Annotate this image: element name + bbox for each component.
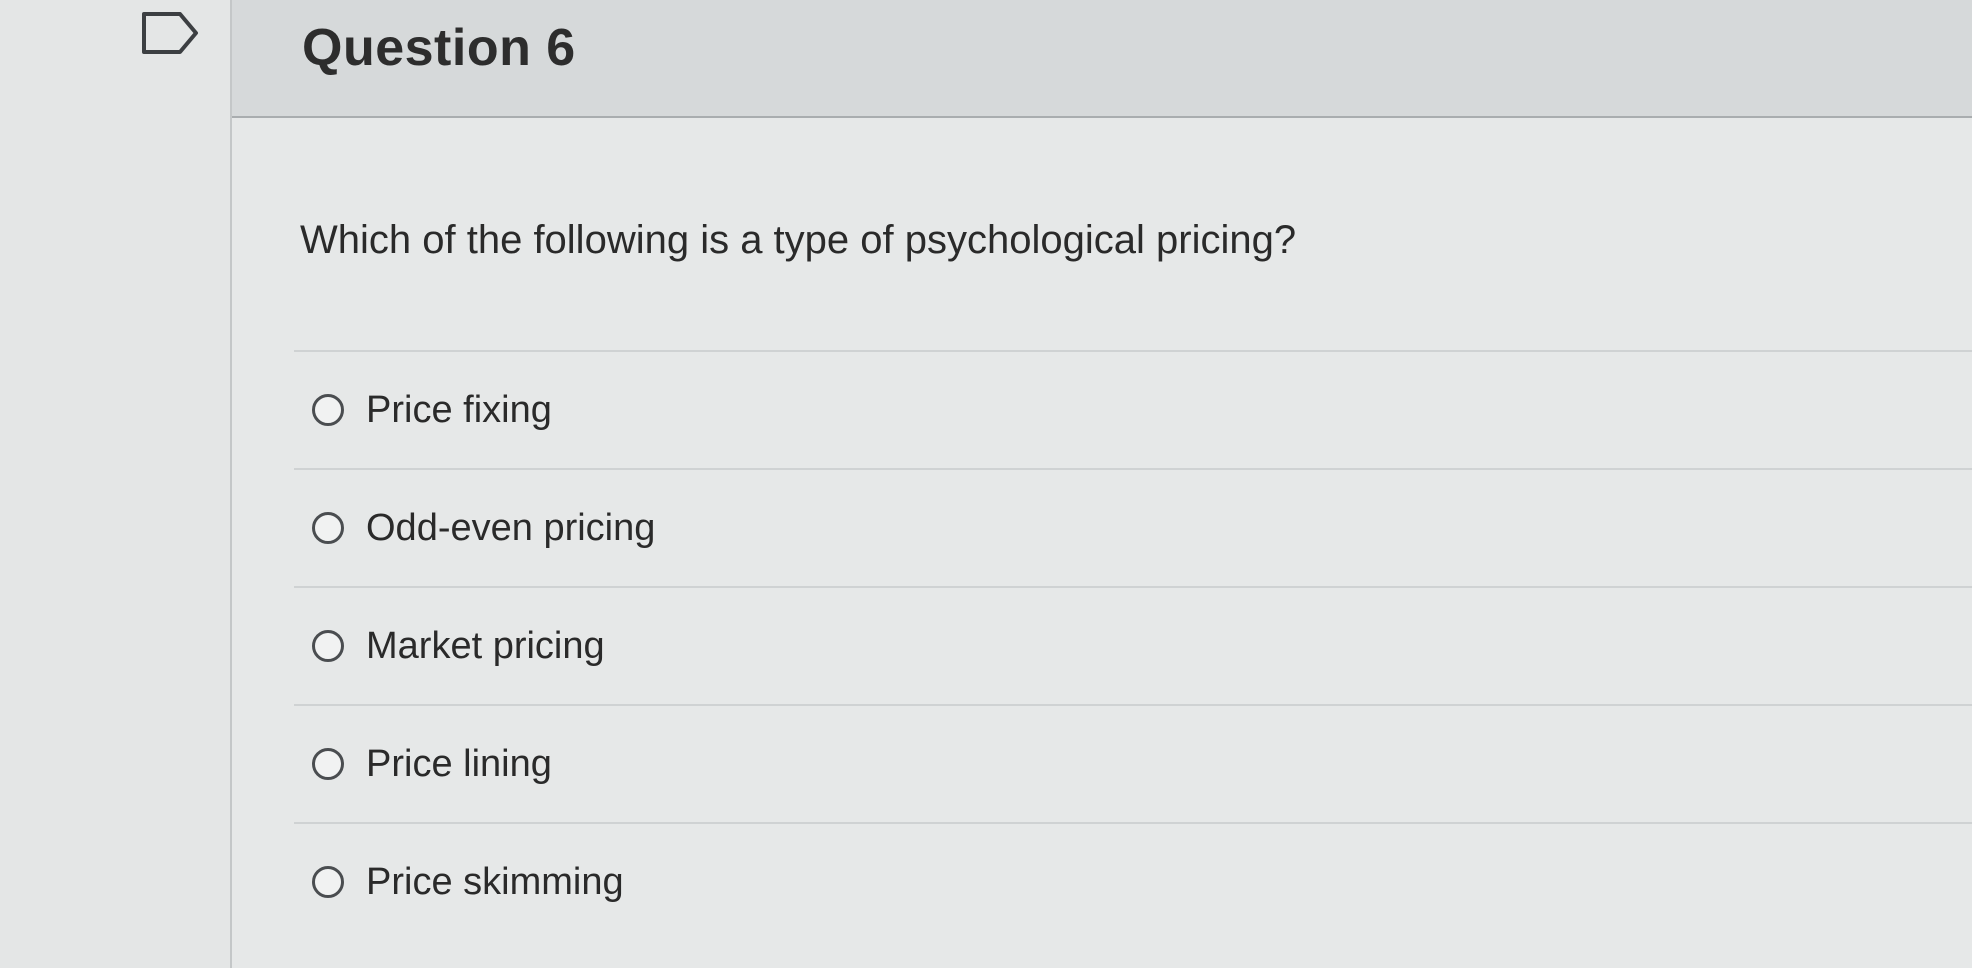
answer-list: Price fixing Odd-even pricing Market pri… xyxy=(294,350,1972,940)
answer-option[interactable]: Price skimming xyxy=(294,822,1972,940)
radio-button[interactable] xyxy=(312,748,344,780)
answer-label: Odd-even pricing xyxy=(366,506,656,549)
answer-label: Price lining xyxy=(366,742,552,785)
answer-option[interactable]: Price lining xyxy=(294,704,1972,822)
question-content: Which of the following is a type of psyc… xyxy=(232,118,1972,968)
question-header: Question 6 xyxy=(232,0,1972,118)
question-title: Question 6 xyxy=(302,19,576,77)
answer-label: Price fixing xyxy=(366,388,552,431)
answer-option[interactable]: Odd-even pricing xyxy=(294,468,1972,586)
answer-option[interactable]: Market pricing xyxy=(294,586,1972,704)
question-text: Which of the following is a type of psyc… xyxy=(300,218,1297,262)
radio-button[interactable] xyxy=(312,394,344,426)
answer-label: Price skimming xyxy=(366,860,624,903)
answer-option[interactable]: Price fixing xyxy=(294,350,1972,468)
radio-button[interactable] xyxy=(312,512,344,544)
flag-icon[interactable] xyxy=(140,10,202,56)
answer-label: Market pricing xyxy=(366,624,605,667)
radio-button[interactable] xyxy=(312,866,344,898)
radio-button[interactable] xyxy=(312,630,344,662)
left-gutter xyxy=(0,0,232,968)
